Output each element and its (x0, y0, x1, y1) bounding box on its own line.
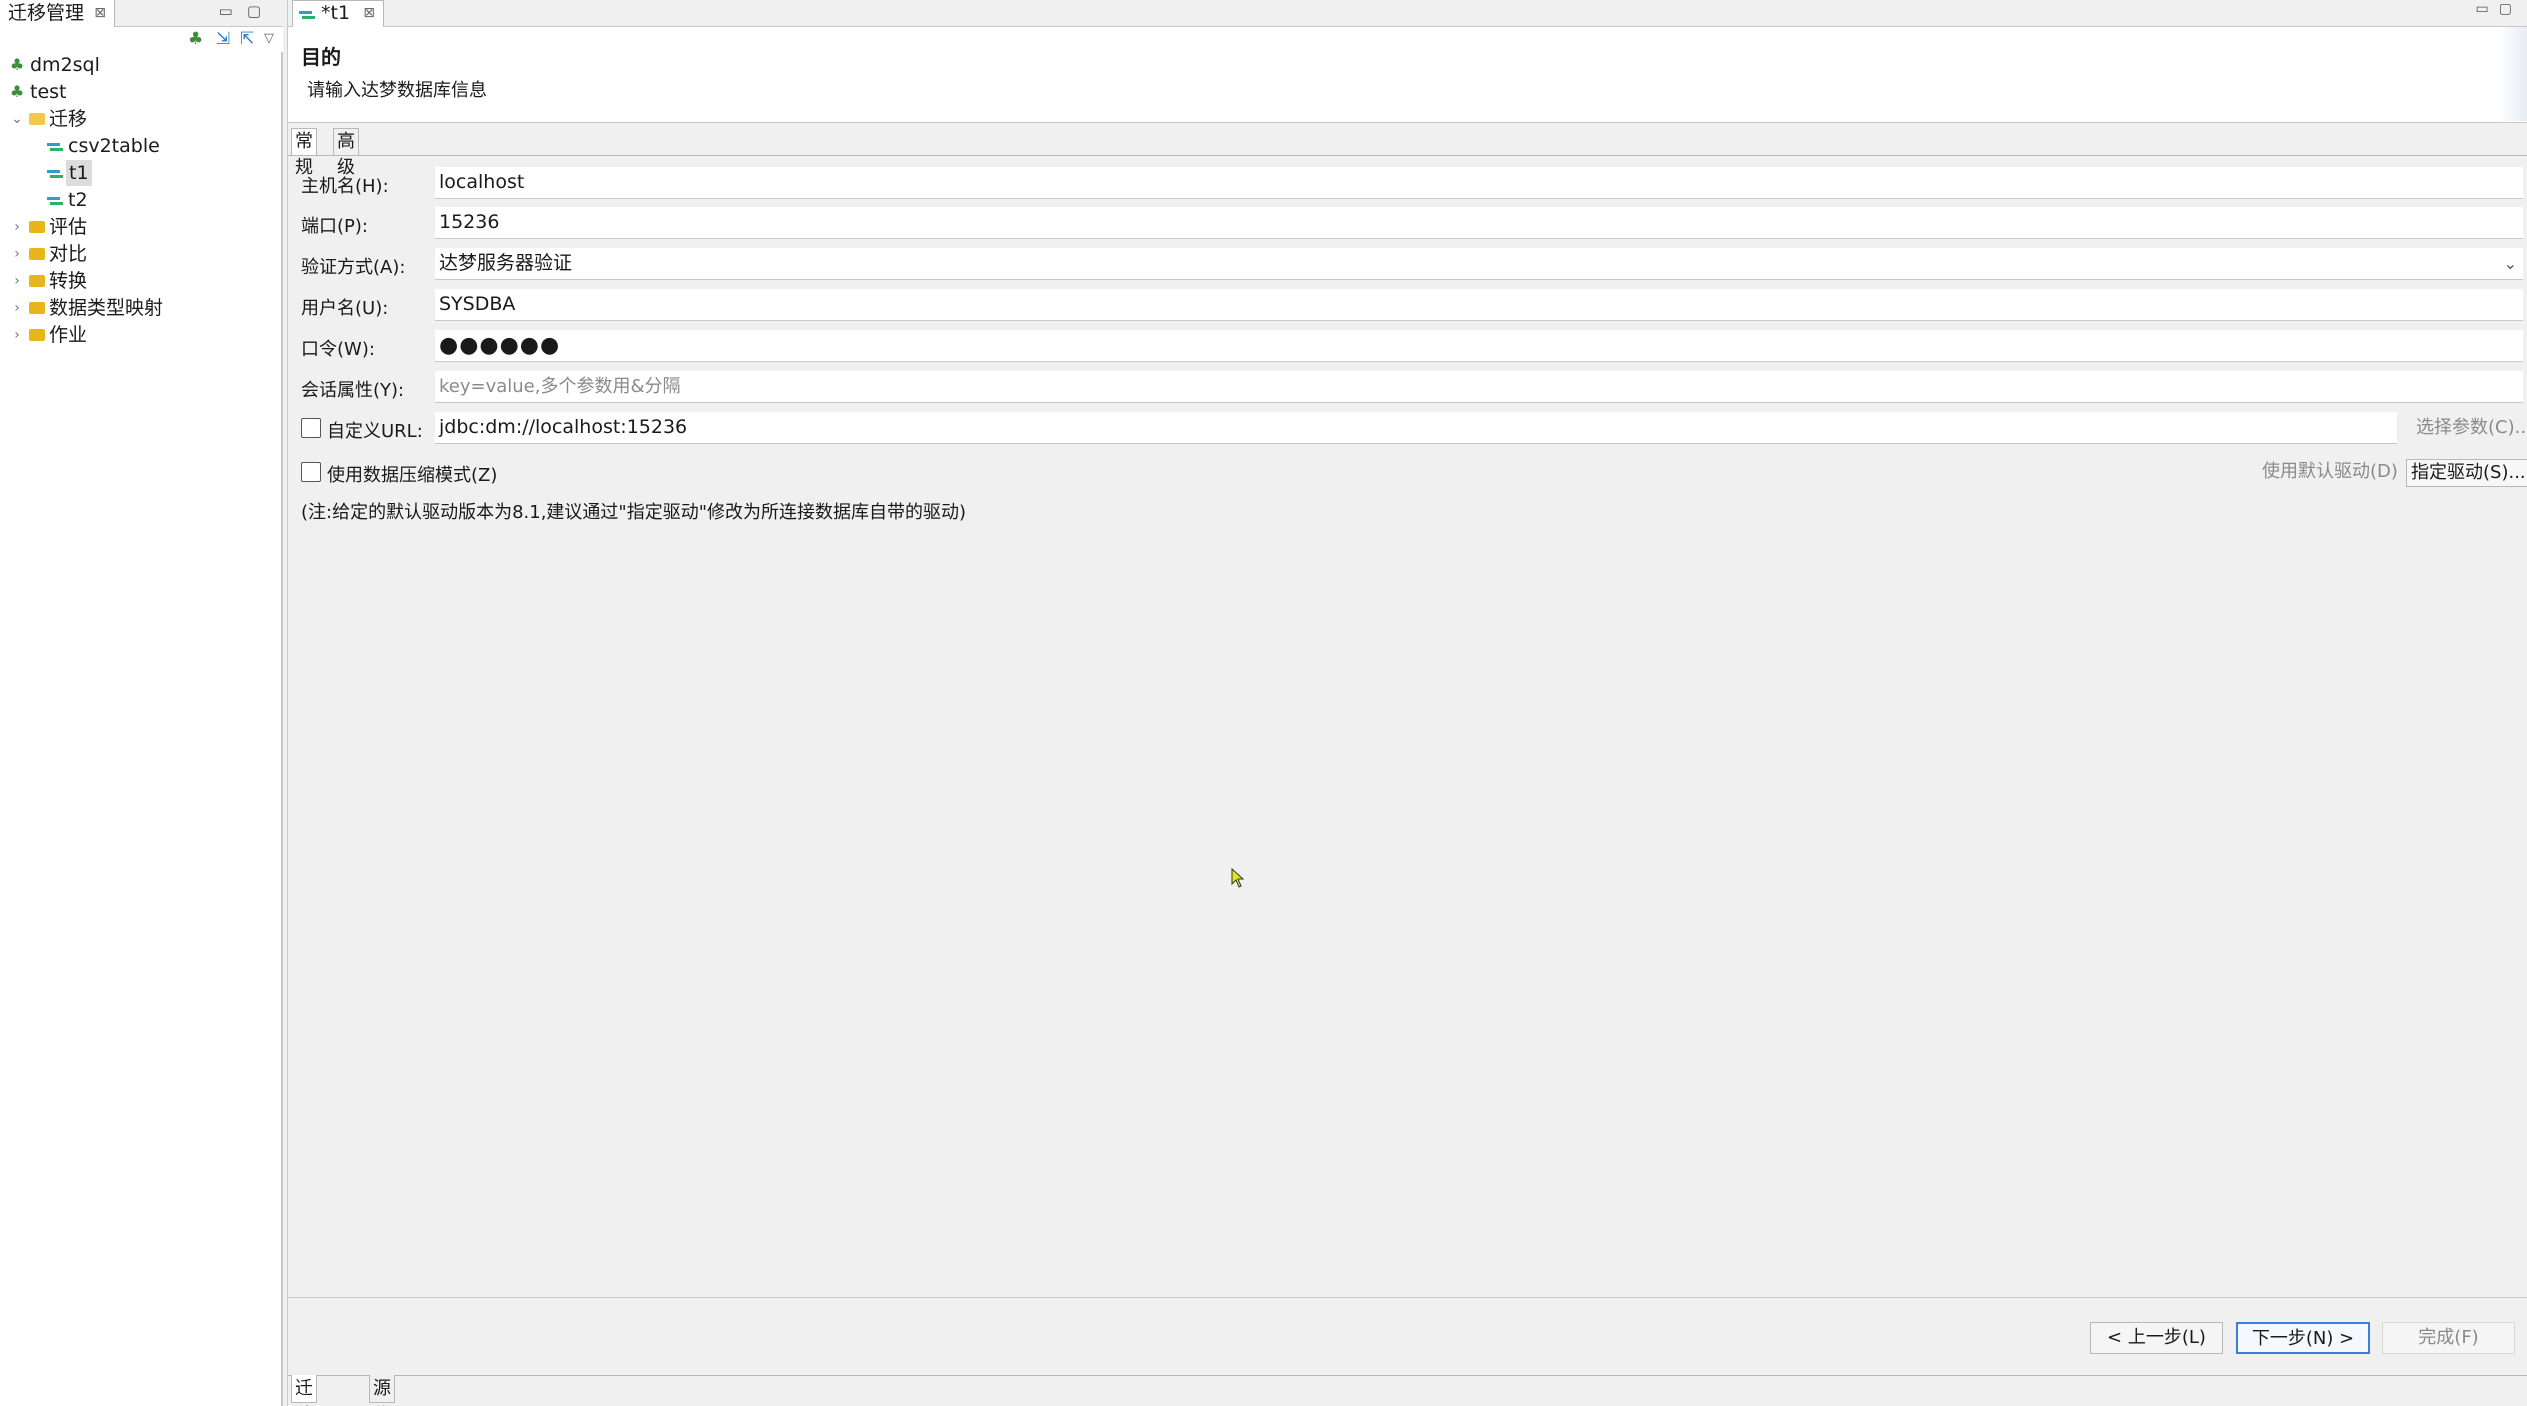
custom-url-row: 自定义URL: jdbc:dm://localhost:15236 选择参数(C… (301, 410, 2527, 446)
custom-url-checkbox[interactable] (301, 418, 321, 438)
folder-icon (28, 269, 46, 295)
database-icon: ♣ (9, 55, 25, 74)
port-label: 端口(P): (301, 216, 368, 237)
close-icon[interactable]: ⊠ (94, 0, 106, 26)
host-row: 主机名(H): localhost (301, 165, 2523, 201)
tab-source-code[interactable]: 源代码 (369, 1375, 395, 1406)
chevron-right-icon[interactable]: › (10, 268, 24, 294)
tree-node-label: 对比 (49, 243, 88, 265)
auth-selected-value: 达梦服务器验证 (439, 252, 573, 274)
tab-t1[interactable]: *t1 ⊠ (292, 0, 384, 27)
chevron-right-icon[interactable]: › (10, 241, 24, 267)
user-label: 用户名(U): (301, 298, 389, 319)
password-row: 口令(W): ●●●●●● (301, 328, 2523, 364)
tab-migration-manager[interactable]: 迁移管理 ⊠ (0, 0, 116, 27)
session-label: 会话属性(Y): (301, 380, 405, 401)
back-button[interactable]: < 上一步(L) (2090, 1322, 2223, 1354)
host-label: 主机名(H): (301, 176, 389, 197)
editor-tabbar: *t1 ⊠ ▭▢ (288, 0, 2527, 27)
folder-icon (28, 296, 46, 322)
window-controls[interactable]: ▭▢ (219, 2, 275, 20)
username-input[interactable]: SYSDBA (435, 289, 2523, 321)
auth-row: 验证方式(A): 达梦服务器验证 ⌄ (301, 246, 2523, 282)
port-row: 端口(P): 15236 (301, 205, 2523, 241)
host-input[interactable]: localhost (435, 167, 2523, 199)
migration-icon (46, 188, 64, 214)
folder-icon (28, 215, 46, 241)
tab-label: 迁移管理 (8, 2, 85, 24)
tab-general[interactable]: 常规 (291, 128, 317, 178)
window-controls[interactable]: ▭▢ (2476, 1, 2522, 17)
tree-node-label: 数据类型映射 (49, 297, 164, 319)
compress-row: 使用数据压缩模式(Z) 使用默认驱动(D) 指定驱动(S)... (301, 454, 2527, 490)
tree-node-label: 迁移 (49, 108, 88, 130)
tab-divider (288, 155, 2527, 156)
driver-note: (注:给定的默认驱动版本为8.1,建议通过"指定驱动"修改为所连接数据库自带的驱… (301, 502, 967, 523)
tree-node-label: 评估 (49, 216, 88, 238)
migration-icon (299, 10, 315, 20)
folder-icon (28, 323, 46, 349)
default-driver-button[interactable]: 使用默认驱动(D) (2258, 459, 2402, 487)
specify-driver-button[interactable]: 指定驱动(S)... (2406, 459, 2527, 487)
chevron-right-icon[interactable]: › (10, 214, 24, 240)
import-icon[interactable]: ⇲ (216, 29, 230, 49)
database-icon: ♣ (9, 82, 25, 101)
folder-icon (28, 242, 46, 268)
password-input[interactable]: ●●●●●● (435, 330, 2523, 362)
compress-label: 使用数据压缩模式(Z) (327, 465, 498, 486)
tab-advanced[interactable]: 高级 (333, 128, 359, 178)
view-menu-icon[interactable]: ▽ (264, 31, 274, 46)
session-row: 会话属性(Y): key=value,多个参数用&分隔 (301, 369, 2523, 405)
migration-icon (46, 134, 64, 160)
new-connection-icon[interactable]: ♣ (188, 29, 203, 49)
tree-node-label: test (30, 81, 67, 103)
panel-tabbar: 迁移管理 ⊠ ▭▢ (0, 0, 283, 27)
tree-node-label: 作业 (49, 324, 88, 346)
panel-toolbar: ♣ ⇲ ⇱ ▽ (0, 27, 283, 52)
chevron-down-icon[interactable]: ⌄ (10, 106, 24, 132)
password-label: 口令(W): (301, 339, 375, 360)
close-icon[interactable]: ⊠ (363, 1, 375, 26)
tree-node-label: t1 (66, 160, 92, 186)
tree-node-label: t2 (68, 189, 88, 211)
folder-open-icon (28, 107, 46, 133)
bottom-tab-divider (288, 1375, 2527, 1376)
custom-url-input[interactable]: jdbc:dm://localhost:15236 (435, 412, 2397, 444)
tree-node-label: csv2table (68, 135, 160, 157)
migration-manager-panel: 迁移管理 ⊠ ▭▢ ♣ ⇲ ⇱ ▽ ♣ dm2sql ♣ test ⌄ 迁移 c… (0, 0, 283, 1406)
export-icon[interactable]: ⇱ (240, 29, 254, 49)
header-banner-graphic (2498, 27, 2527, 121)
custom-url-label: 自定义URL: (327, 421, 423, 442)
chevron-down-icon[interactable]: ⌄ (2504, 248, 2517, 279)
user-row: 用户名(U): SYSDBA (301, 287, 2523, 323)
wizard-header: 目的 请输入达梦数据库信息 (288, 27, 2527, 123)
next-button[interactable]: 下一步(N) > (2236, 1322, 2370, 1354)
migration-icon (46, 161, 64, 187)
port-input[interactable]: 15236 (435, 207, 2523, 239)
migration-editor: *t1 ⊠ ▭▢ 目的 请输入达梦数据库信息 常规 高级 主机名(H): loc… (287, 0, 2527, 1406)
session-properties-input[interactable]: key=value,多个参数用&分隔 (435, 371, 2523, 403)
select-params-button[interactable]: 选择参数(C)... (2412, 415, 2527, 443)
page-title: 目的 (301, 45, 341, 69)
auth-select[interactable]: 达梦服务器验证 ⌄ (435, 248, 2523, 280)
tab-label: *t1 (321, 2, 351, 24)
tab-migration-wizard[interactable]: 迁移向导 (291, 1375, 317, 1406)
chevron-right-icon[interactable]: › (10, 322, 24, 348)
chevron-right-icon[interactable]: › (10, 295, 24, 321)
tree-node-label: dm2sql (30, 54, 100, 76)
tree-node-label: 转换 (49, 270, 88, 292)
auth-label: 验证方式(A): (301, 257, 406, 278)
compress-checkbox[interactable] (301, 462, 321, 482)
button-bar-divider (288, 1297, 2527, 1298)
page-subtitle: 请输入达梦数据库信息 (307, 80, 487, 101)
finish-button[interactable]: 完成(F) (2382, 1322, 2515, 1354)
mouse-cursor-icon (1231, 867, 1245, 893)
